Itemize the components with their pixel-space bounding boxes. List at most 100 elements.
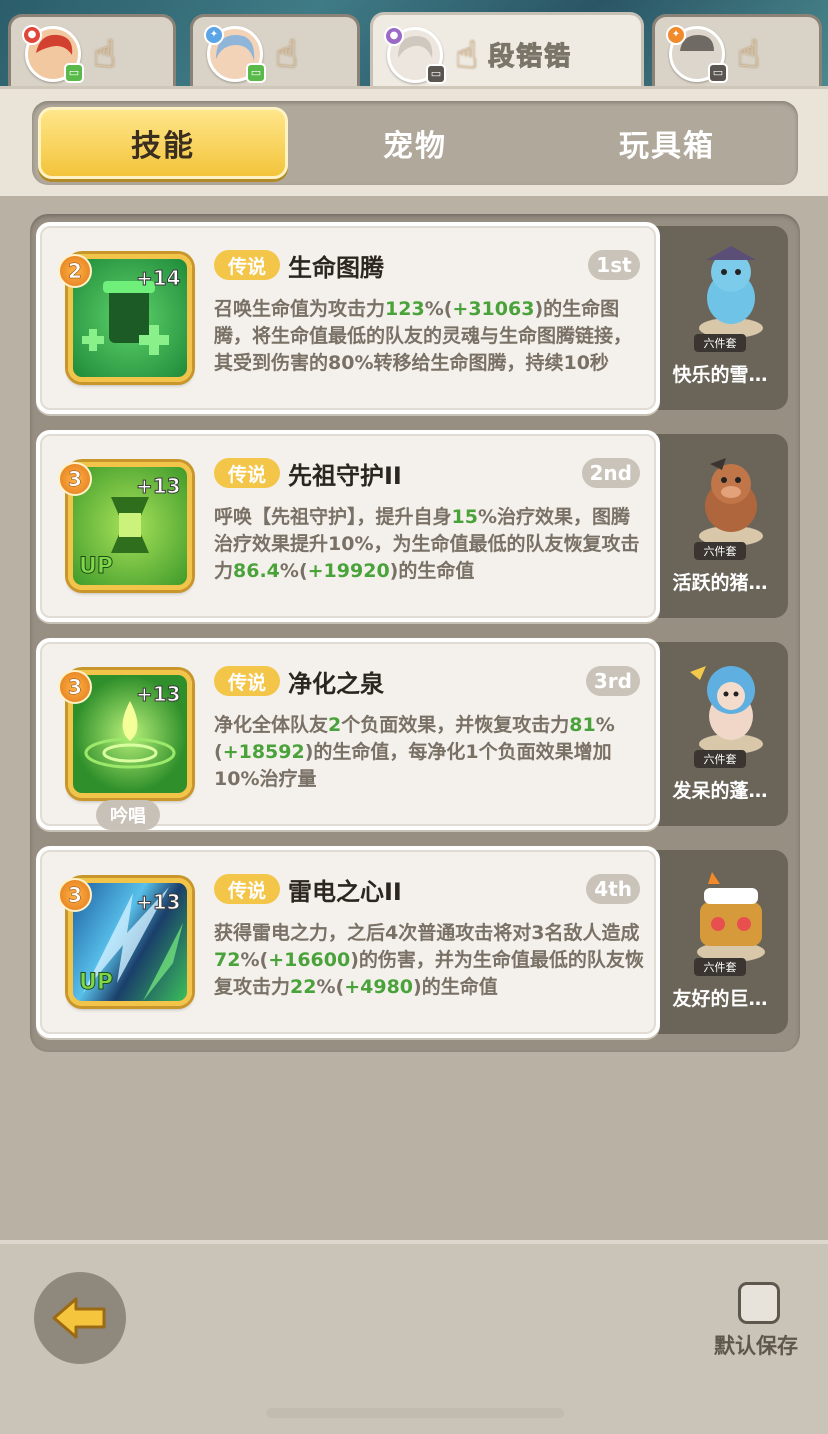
description-text: %( xyxy=(240,949,269,971)
tab-toybox[interactable]: 玩具箱 xyxy=(542,107,792,179)
pet-name: 快乐的雪… xyxy=(672,364,768,386)
pet-name: 发呆的蓬… xyxy=(672,780,768,802)
skill-rank: 3rd xyxy=(585,666,640,696)
pet-set-label: 六件套 xyxy=(694,542,746,560)
water-element-icon: ✦ xyxy=(204,24,224,45)
tab-pets[interactable]: 宠物 xyxy=(290,107,540,179)
skill-row[interactable]: 六件套 友好的巨… UP 3 +13 传说 雷电之心II 4th 获得雷电之力，… xyxy=(36,846,788,1038)
description-text: 净化全体队友 xyxy=(214,714,329,736)
description-text: )的生命值 xyxy=(389,560,475,582)
description-text: 呼唤【先祖守护】，提升自身 xyxy=(214,506,452,528)
highlight-value: +18592 xyxy=(222,741,305,763)
description-text: %( xyxy=(424,298,453,320)
fire-element-icon: ● xyxy=(22,24,42,45)
rarity-tag: 传说 xyxy=(214,874,280,904)
skill-plus-badge: +13 xyxy=(136,682,182,707)
highlight-value: 86.4 xyxy=(233,560,280,582)
back-button[interactable] xyxy=(34,1272,126,1364)
fire-element-icon: ✦ xyxy=(666,24,686,45)
hero-tab-2[interactable]: ✦ ▭ ☝ xyxy=(190,14,360,90)
skill-level-badge: 3 xyxy=(58,462,92,496)
skill-level-badge: 2 xyxy=(58,254,92,288)
highlight-value: 2 xyxy=(328,714,342,736)
pet-slot[interactable]: 六件套 活跃的猪… xyxy=(648,434,788,618)
pet-set-label: 六件套 xyxy=(694,958,746,976)
skill-name: 生命图腾 xyxy=(288,254,384,282)
pet-slot[interactable]: 六件套 友好的巨… xyxy=(648,850,788,1034)
pet-slot[interactable]: 六件套 快乐的雪… xyxy=(648,226,788,410)
rarity-tag: 传说 xyxy=(214,250,280,280)
offline-icon: ▭ xyxy=(426,63,446,84)
pet-figure-icon xyxy=(699,246,763,338)
skill-card[interactable]: 2 +14 传说 生命图腾 1st 召唤生命值为攻击力123%(+31063)的… xyxy=(36,222,660,414)
offline-icon: ▭ xyxy=(708,62,728,83)
highlight-value: 123 xyxy=(385,298,425,320)
skill-level-badge: 3 xyxy=(58,670,92,704)
hero-avatar: ● ▭ xyxy=(384,25,446,84)
skill-name: 净化之泉 xyxy=(288,670,384,698)
highlight-value: +19920 xyxy=(307,560,390,582)
skill-row[interactable]: 六件套 发呆的蓬… 3 +13 吟唱 传说 净化之泉 3rd 净化全体队友2个负… xyxy=(36,638,788,830)
skill-plus-badge: +14 xyxy=(136,266,182,291)
skill-level-badge: 3 xyxy=(58,878,92,912)
upgrade-label: UP xyxy=(79,970,114,996)
pet-set-label: 六件套 xyxy=(694,750,746,768)
description-text: %( xyxy=(316,976,345,998)
skill-name: 雷电之心II xyxy=(288,878,402,906)
pet-slot[interactable]: 六件套 发呆的蓬… xyxy=(648,642,788,826)
category-tab-bar: 技能 宠物 玩具箱 xyxy=(32,101,798,185)
tap-hand-icon: ☝ xyxy=(275,31,299,76)
skill-row[interactable]: 六件套 快乐的雪… 2 +14 传说 生命图腾 1st 召唤生命值为攻击力123… xyxy=(36,222,788,414)
pet-figure-icon xyxy=(699,458,763,546)
skill-card[interactable]: UP 3 +13 传说 雷电之心II 4th 获得雷电之力，之后4次普通攻击将对… xyxy=(36,846,660,1038)
pet-name: 友好的巨… xyxy=(672,988,768,1010)
default-save-checkbox[interactable] xyxy=(738,1282,780,1324)
home-indicator xyxy=(266,1408,564,1418)
highlight-value: +16600 xyxy=(268,949,351,971)
skill-description: 净化全体队友2个负面效果，并恢复攻击力81%(+18592)的生命值，每净化1个… xyxy=(214,712,648,793)
tab-skills[interactable]: 技能 xyxy=(38,107,288,179)
bottom-bar: 默认保存 xyxy=(0,1240,828,1434)
chant-tag: 吟唱 xyxy=(96,800,160,830)
arcane-element-icon: ● xyxy=(384,25,404,46)
description-text: %( xyxy=(279,560,308,582)
tap-hand-icon: ☝ xyxy=(737,31,761,76)
skill-rank: 1st xyxy=(588,250,640,280)
skill-row[interactable]: 六件套 活跃的猪… UP 3 +13 传说 先祖守护II 2nd 呼唤【先祖守护… xyxy=(36,430,788,622)
pet-figure-icon xyxy=(690,666,763,754)
description-text: 个负面效果，并恢复攻击力 xyxy=(341,714,570,736)
skill-description: 召唤生命值为攻击力123%(+31063)的生命图腾，将生命值最低的队友的灵魂与… xyxy=(214,296,648,377)
highlight-value: 72 xyxy=(214,949,241,971)
upgrade-label: UP xyxy=(79,554,114,580)
highlight-value: 81 xyxy=(569,714,596,736)
online-icon: ▭ xyxy=(64,62,84,83)
highlight-value: +4980 xyxy=(344,976,414,998)
hero-avatar: ✦ ▭ xyxy=(666,24,728,83)
default-save-label: 默认保存 xyxy=(714,1334,798,1358)
hero-tab-1[interactable]: ● ▭ ☝ xyxy=(8,14,176,90)
skill-name: 先祖守护II xyxy=(288,462,402,490)
back-arrow-icon xyxy=(52,1297,106,1339)
hero-tab-3[interactable]: ● ▭ ☝ 段锆锆 xyxy=(370,12,644,94)
hero-tab-4[interactable]: ✦ ▭ ☝ xyxy=(652,14,822,90)
skill-description: 呼唤【先祖守护】，提升自身15%治疗效果，图腾治疗效果提升10%，为生命值最低的… xyxy=(214,504,648,585)
highlight-value: +31063 xyxy=(452,298,535,320)
skill-card[interactable]: UP 3 +13 传说 先祖守护II 2nd 呼唤【先祖守护】，提升自身15%治… xyxy=(36,430,660,622)
skill-card[interactable]: 3 +13 吟唱 传说 净化之泉 3rd 净化全体队友2个负面效果，并恢复攻击力… xyxy=(36,638,660,830)
rarity-tag: 传说 xyxy=(214,666,280,696)
description-text: 获得雷电之力，之后4次普通攻击将对3名敌人造成 xyxy=(214,922,640,944)
category-panel: 技能 宠物 玩具箱 xyxy=(0,86,828,196)
highlight-value: 22 xyxy=(290,976,317,998)
highlight-value: 15 xyxy=(451,506,478,528)
hero-name: 段锆锆 xyxy=(488,42,573,73)
hero-avatar: ✦ ▭ xyxy=(204,24,266,83)
hero-avatar: ● ▭ xyxy=(22,24,84,83)
pet-name: 活跃的猪… xyxy=(672,572,768,594)
description-text: )的生命值 xyxy=(413,976,498,998)
pet-set-label: 六件套 xyxy=(694,334,746,352)
skill-rank: 2nd xyxy=(581,458,640,488)
description-text: 召唤生命值为攻击力 xyxy=(214,298,386,320)
skill-description: 获得雷电之力，之后4次普通攻击将对3名敌人造成72%(+16600)的伤害，并为… xyxy=(214,920,648,1001)
skill-plus-badge: +13 xyxy=(136,890,182,915)
tap-hand-icon: ☝ xyxy=(93,31,117,76)
